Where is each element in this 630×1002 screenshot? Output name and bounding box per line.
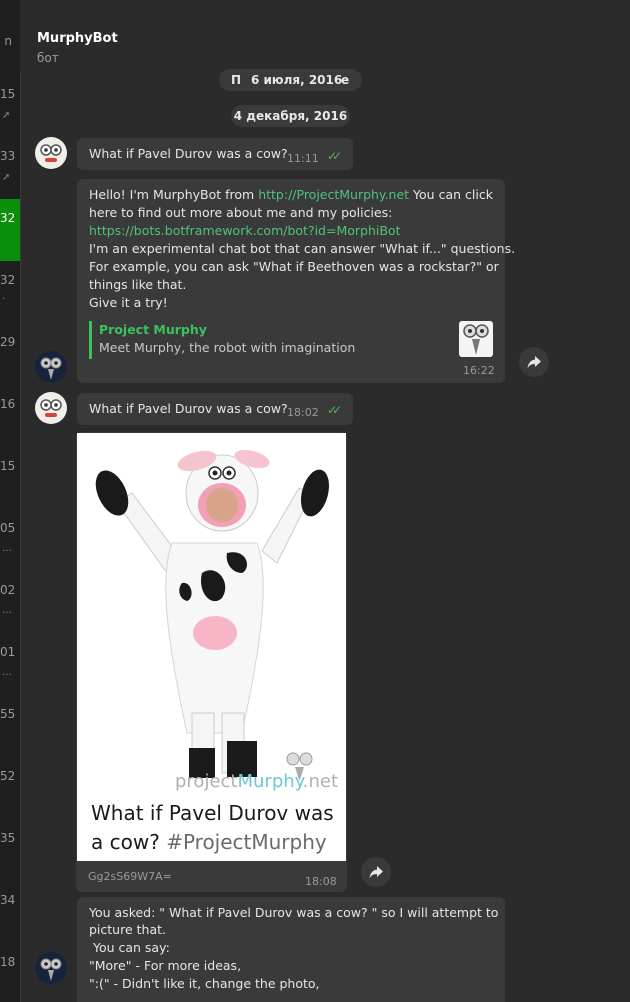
message-text-line: Give it a try!	[89, 295, 168, 310]
message-text-line: You can say:	[89, 940, 170, 955]
photo-caption-line: a cow? #ProjectMurphy	[91, 830, 327, 854]
chat-list-time: 15	[0, 87, 16, 101]
date-pill-overlay: П 6 июля, 2016 е	[219, 69, 362, 91]
forward-button[interactable]	[361, 857, 391, 887]
chat-list-time: 18	[0, 955, 16, 969]
botframework-link[interactable]: https://bots.botframework.com/bot?id=Mor…	[89, 222, 400, 240]
caption-text: a cow?	[91, 830, 167, 854]
chat-list-time: 34	[0, 893, 16, 907]
message-text-line: "More" - For more ideas,	[89, 958, 242, 973]
message-bubble[interactable]: What if Pavel Durov was a cow? 18:02 ✓✓	[77, 393, 353, 425]
forward-button[interactable]	[519, 347, 549, 377]
date-separator: 4 декабря, 2016	[231, 105, 350, 127]
chat-list-strip[interactable]: n 15 ➚ 33 ➚ 32 32 · 29 16 15 05 … 02 … 0…	[0, 0, 21, 1002]
chat-list-time: 33	[0, 149, 16, 163]
bot-avatar[interactable]	[35, 351, 67, 383]
share-arrow-icon	[527, 356, 541, 369]
message-text-line: here to find out more about me and my po…	[89, 205, 393, 220]
user-avatar[interactable]	[35, 392, 67, 424]
photo-file-name: Gg2sS69W7A=	[88, 870, 172, 883]
more-dots-icon: …	[2, 605, 12, 616]
chat-list-time: 52	[0, 769, 16, 783]
cow-costume-illustration	[95, 449, 330, 781]
more-dots-icon: …	[2, 543, 12, 554]
chat-list-time: 55	[0, 707, 16, 721]
message-bubble[interactable]: What if Pavel Durov was a cow? 11:11 ✓✓	[77, 138, 353, 170]
chat-list-time: 01	[0, 645, 16, 659]
chat-list-time: n	[4, 34, 12, 48]
link-preview[interactable]: Project Murphy Meet Murphy, the robot wi…	[89, 321, 493, 359]
preview-accent-bar	[89, 321, 92, 359]
message-text-line: picture that.	[89, 922, 166, 937]
message-time: 11:11	[287, 152, 319, 165]
photo-caption-line: What if Pavel Durov was	[91, 801, 334, 825]
murphy-robot-icon	[40, 958, 62, 981]
message-time: 18:02	[287, 406, 319, 419]
bot-avatar[interactable]	[35, 952, 67, 984]
chat-list-time: 05	[0, 521, 16, 535]
message-text: What if Pavel Durov was a cow?	[89, 146, 288, 161]
message-text: What if Pavel Durov was a cow?	[89, 401, 288, 416]
double-check-icon: ✓✓	[327, 149, 342, 163]
chat-list-time: 16	[0, 397, 16, 411]
chat-subtitle: бот	[37, 51, 59, 65]
more-dots-icon: …	[2, 667, 12, 678]
watermark-part: .net	[302, 771, 339, 792]
murphy-robot-icon	[463, 324, 489, 355]
date-overlay-left: П	[231, 73, 242, 87]
share-arrow-icon	[369, 866, 383, 879]
message-text-line: ":(" - Didn't like it, change the photo,	[89, 976, 320, 991]
message-text-line: You asked: " What if Pavel Durov was a c…	[89, 905, 499, 920]
watermark-part: Murphy	[237, 771, 303, 792]
projectmurphy-link[interactable]: http://ProjectMurphy.net	[258, 187, 409, 202]
pin-icon: ➚	[2, 110, 11, 121]
more-dots-icon: ·	[2, 294, 6, 305]
message-bubble[interactable]: You asked: " What if Pavel Durov was a c…	[77, 897, 505, 1002]
message-text-segment: Hello! I'm MurphyBot from	[89, 187, 259, 202]
chat-title[interactable]: MurphyBot	[37, 31, 118, 46]
date-overlay-main: 6 июля, 2016	[251, 73, 343, 87]
user-avatar[interactable]	[35, 137, 67, 169]
double-check-icon: ✓✓	[327, 403, 342, 417]
message-text-line: For example, you can ask "What if Beetho…	[89, 259, 499, 274]
watermark-part: project	[175, 771, 238, 792]
chat-list-time: 32	[0, 273, 16, 287]
caption-hashtag: #ProjectMurphy	[166, 830, 327, 854]
message-text-line: things like that.	[89, 277, 187, 292]
chat-list-time: 32	[0, 211, 16, 225]
message-text-line: Hello! I'm MurphyBot from http://Project…	[89, 186, 493, 204]
preview-description: Meet Murphy, the robot with imagination	[99, 340, 356, 355]
murphy-robot-icon	[40, 357, 62, 380]
date-overlay-right: е	[341, 73, 350, 87]
message-photo[interactable]: projectMurphy.net What if Pavel Durov wa…	[77, 433, 346, 861]
message-text-line: I'm an experimental chat bot that can an…	[89, 241, 516, 256]
chat-list-time: 02	[0, 583, 16, 597]
pin-icon: ➚	[2, 172, 11, 183]
message-text-segment: You can click	[409, 187, 493, 202]
preview-thumbnail[interactable]	[459, 321, 493, 357]
message-time: 18:08	[305, 875, 337, 888]
photo-watermark: projectMurphy.net	[175, 771, 338, 792]
chat-list-time: 29	[0, 335, 16, 349]
avatar-robot-face	[40, 144, 62, 162]
message-bubble[interactable]: Hello! I'm MurphyBot from http://Project…	[77, 179, 515, 383]
chat-list-item-active[interactable]: 32	[0, 199, 20, 261]
message-time: 16:22	[463, 364, 495, 377]
chat-list-time: 15	[0, 459, 16, 473]
chat-list-time: 35	[0, 831, 16, 845]
chat-header[interactable]: MurphyBot бот	[20, 0, 630, 72]
avatar-robot-face	[40, 399, 62, 417]
preview-title[interactable]: Project Murphy	[99, 322, 207, 337]
